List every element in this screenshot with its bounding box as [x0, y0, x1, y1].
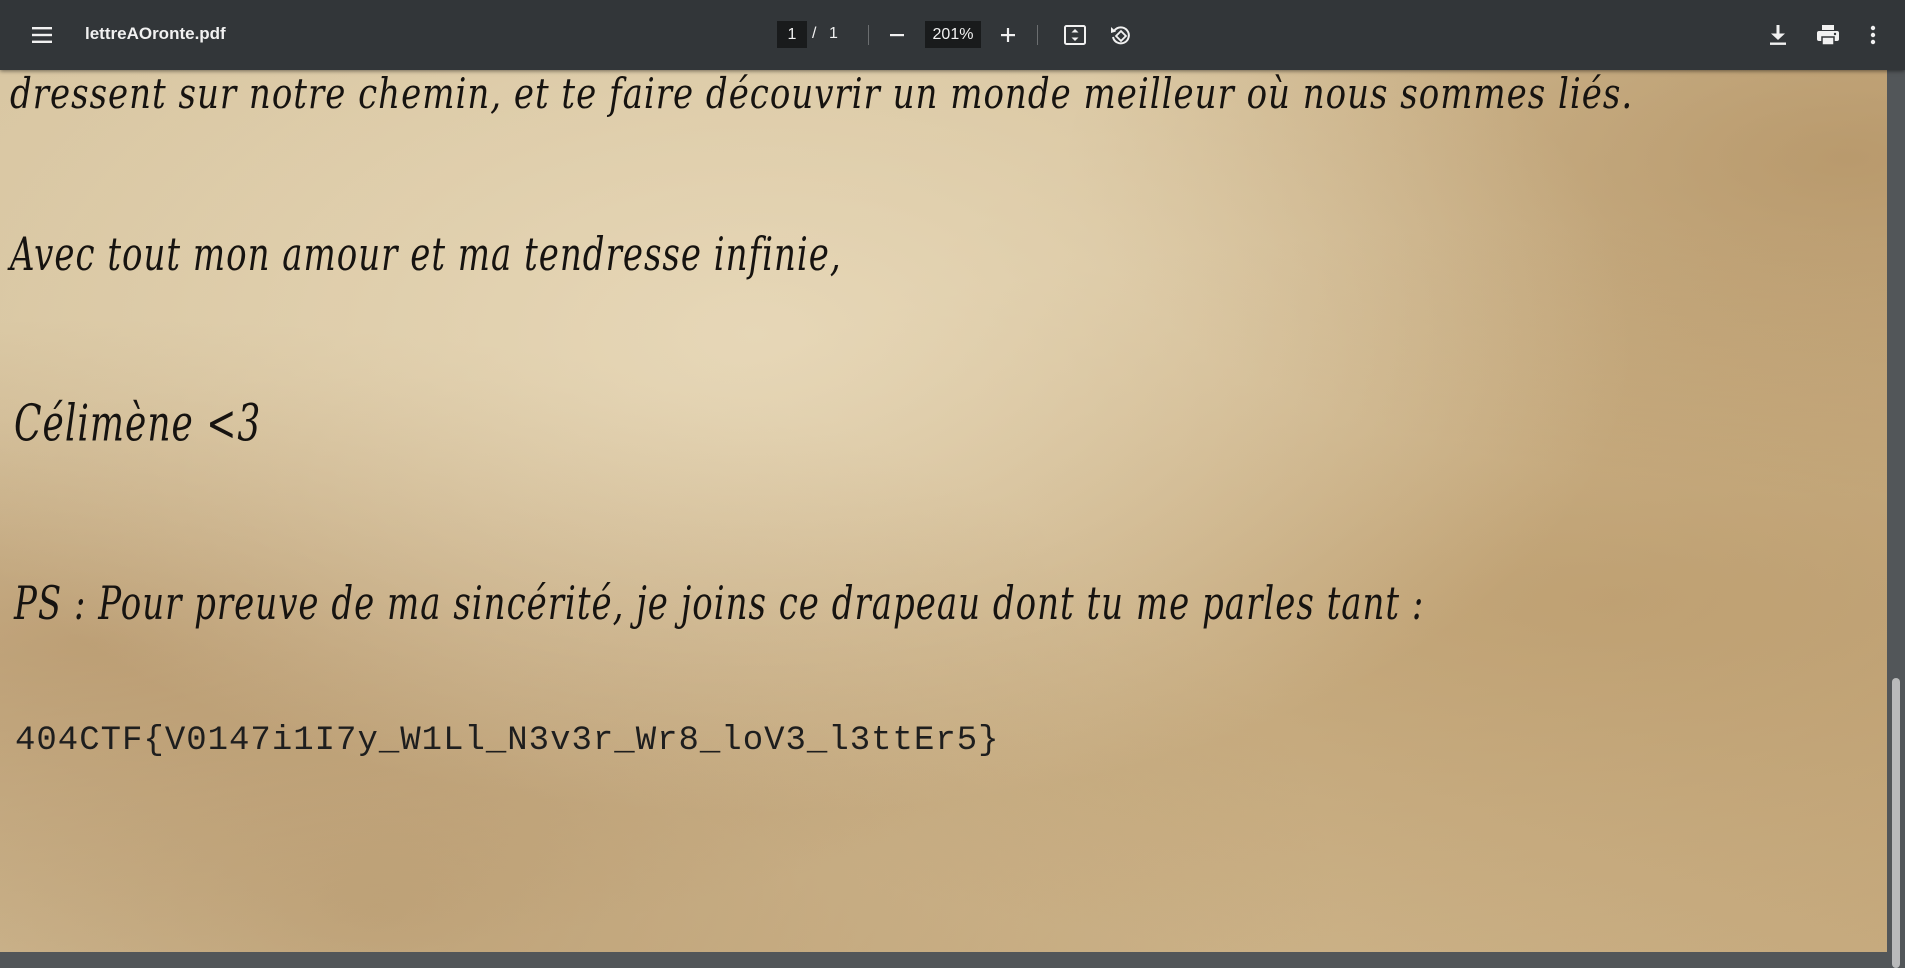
- pdf-page: dressent sur notre chemin, et te faire d…: [0, 70, 1887, 952]
- download-button[interactable]: [1758, 15, 1798, 55]
- print-button[interactable]: [1808, 15, 1848, 55]
- letter-postscript: PS : Pour preuve de ma sincérité, je joi…: [14, 577, 1425, 631]
- minus-icon: [890, 34, 904, 37]
- fit-to-page-icon: [1064, 25, 1086, 45]
- zoom-out-button[interactable]: [877, 15, 917, 55]
- document-title: lettreAOronte.pdf: [85, 24, 226, 43]
- menu-button[interactable]: [22, 15, 62, 55]
- more-actions-button[interactable]: [1858, 15, 1888, 55]
- more-vert-icon: [1870, 25, 1876, 45]
- pdf-viewer[interactable]: dressent sur notre chemin, et te faire d…: [0, 70, 1905, 968]
- scrollbar-thumb[interactable]: [1892, 678, 1900, 968]
- toolbar-divider: [868, 25, 869, 45]
- vertical-scrollbar[interactable]: [1887, 70, 1905, 968]
- letter-line: dressent sur notre chemin, et te faire d…: [10, 70, 1634, 119]
- print-icon: [1817, 25, 1839, 46]
- zoom-in-button[interactable]: [988, 15, 1028, 55]
- page-number-input[interactable]: [777, 21, 807, 48]
- toolbar-divider: [1037, 25, 1038, 45]
- rotate-button[interactable]: [1100, 15, 1140, 55]
- rotate-counterclockwise-icon: [1111, 26, 1130, 45]
- hamburger-menu-icon: [32, 27, 52, 43]
- zoom-level-input[interactable]: [925, 21, 981, 48]
- fit-to-page-button[interactable]: [1055, 15, 1095, 55]
- ctf-flag-text: 404CTF{V0147i1I7y_W1Ll_N3v3r_Wr8_loV3_l3…: [15, 722, 1000, 760]
- letter-closing: Avec tout mon amour et ma tendresse infi…: [10, 228, 842, 282]
- letter-signature: Célimène <3: [14, 395, 262, 454]
- page-separator: /: [812, 25, 817, 42]
- plus-icon: [1001, 28, 1015, 42]
- pdf-toolbar: lettreAOronte.pdf / 1: [0, 0, 1905, 70]
- page-gap: [0, 952, 1887, 968]
- download-icon: [1770, 25, 1786, 45]
- page-total: 1: [829, 25, 838, 42]
